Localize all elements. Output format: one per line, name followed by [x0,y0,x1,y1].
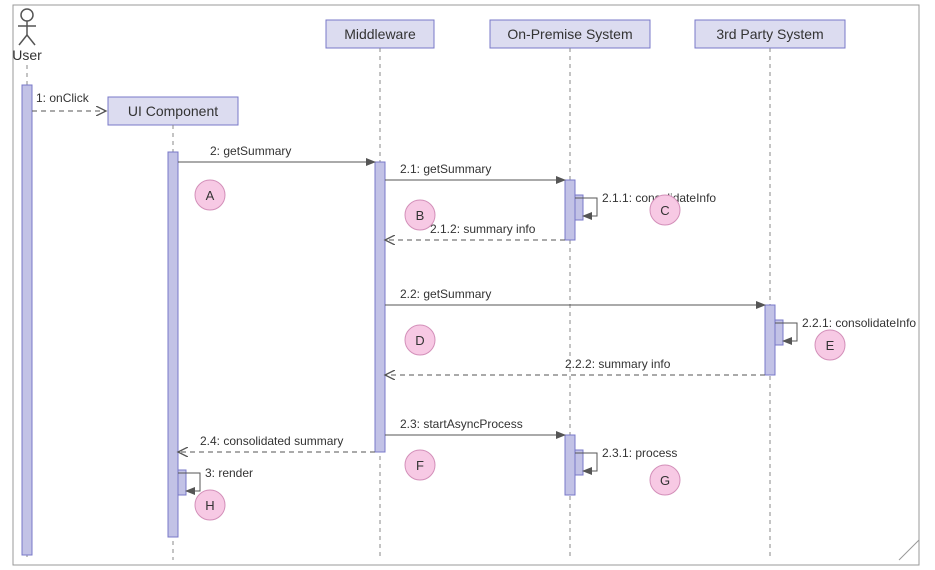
participant-label-op: On-Premise System [507,26,632,42]
participant-ui-component: UI Component [108,97,238,560]
note-d: D [405,325,435,355]
activation-op-2 [565,435,575,495]
svg-text:H: H [205,498,214,513]
message-onclick: 1: onClick [32,91,106,111]
message-2-1-1-consolidateinfo: 2.1.1: consolidateInfo [575,191,716,220]
svg-text:G: G [660,473,670,488]
svg-text:2.2: getSummary: 2.2: getSummary [400,287,491,301]
message-2-3-startasyncprocess: 2.3: startAsyncProcess [385,417,565,435]
svg-text:2.2.2: summary info: 2.2.2: summary info [565,357,671,371]
note-e: E [815,330,845,360]
svg-text:C: C [660,203,669,218]
svg-text:E: E [826,338,835,353]
message-2-4-consolidated-summary: 2.4: consolidated summary [178,434,375,452]
svg-text:1: onClick: 1: onClick [36,91,90,105]
participant-third-party: 3rd Party System [695,20,845,560]
svg-text:2.3.1: process: 2.3.1: process [602,446,677,460]
activation-user [22,85,32,555]
svg-text:3: render: 3: render [205,466,253,480]
svg-text:2.2.1: consolidateInfo: 2.2.1: consolidateInfo [802,316,916,330]
svg-text:F: F [416,458,424,473]
svg-text:2.4: consolidated summary: 2.4: consolidated summary [200,434,343,448]
message-2-2-2-summaryinfo: 2.2.2: summary info [385,357,765,375]
message-getsummary: 2: getSummary [178,144,375,162]
message-2-2-1-consolidateinfo: 2.2.1: consolidateInfo [775,316,916,345]
svg-text:D: D [415,333,424,348]
note-f: F [405,450,435,480]
svg-text:2.1.2: summary info: 2.1.2: summary info [430,222,536,236]
svg-text:2.3: startAsyncProcess: 2.3: startAsyncProcess [400,417,523,431]
participant-label-tp: 3rd Party System [716,26,823,42]
svg-text:2: getSummary: 2: getSummary [210,144,291,158]
participant-on-premise: On-Premise System [490,20,650,560]
message-2-2-getsummary: 2.2: getSummary [385,287,765,305]
svg-text:B: B [416,208,425,223]
note-b: B [405,200,435,230]
actor-label: User [12,47,42,63]
note-c: C [650,195,680,225]
message-2-1-getsummary: 2.1: getSummary [385,162,565,180]
participant-label-mw: Middleware [344,26,416,42]
note-g: G [650,465,680,495]
svg-text:2.1: getSummary: 2.1: getSummary [400,162,491,176]
svg-text:A: A [206,188,215,203]
activation-ui [168,152,178,537]
activation-tp [765,305,775,375]
activation-mw [375,162,385,452]
activation-op-1 [565,180,575,240]
note-a: A [195,180,225,210]
note-h: H [195,490,225,520]
participant-label-ui: UI Component [128,103,218,119]
